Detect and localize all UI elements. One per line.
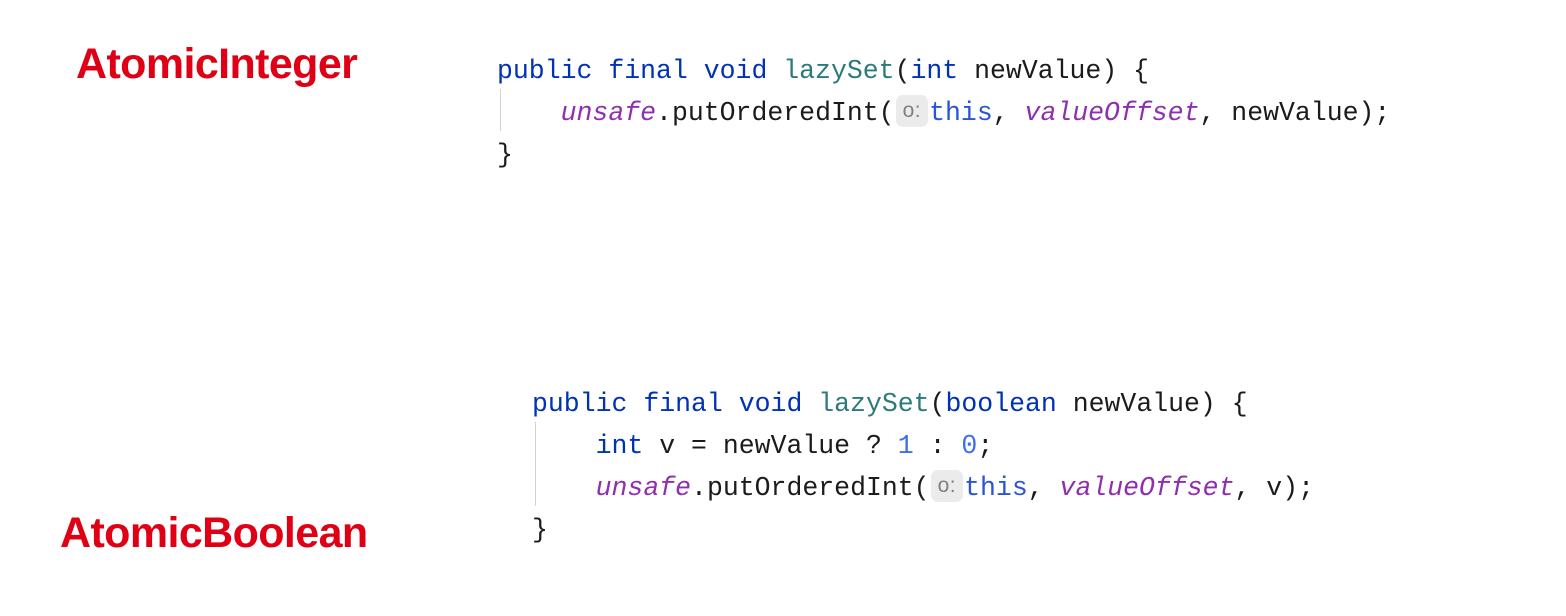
code-line: public final void lazySet(boolean newVal…	[532, 383, 1314, 425]
code-token-plain: (	[929, 389, 946, 419]
code-line: }	[497, 134, 1390, 176]
code-token-keyword: public final void	[497, 56, 784, 86]
code-token-plain: ,	[992, 98, 1025, 128]
code-token-number: 1	[897, 431, 914, 461]
code-token-plain: .putOrderedInt(	[656, 98, 895, 128]
code-token-plain: , v);	[1234, 473, 1314, 503]
annotation-label-atomic-integer: AtomicInteger	[76, 40, 358, 88]
parameter-name-hint: o:	[895, 95, 929, 127]
code-token-method: lazySet	[783, 56, 895, 86]
slide-canvas: { "annotations": { "color": "#e00015", "…	[0, 0, 1566, 616]
code-token-plain: ;	[977, 431, 994, 461]
code-line: int v = newValue ? 1 : 0;	[532, 422, 1314, 467]
parameter-name-hint: o:	[930, 470, 964, 502]
code-token-plain: :	[913, 431, 962, 461]
code-token-keyword: int	[595, 431, 644, 461]
code-token-plain: .putOrderedInt(	[691, 473, 930, 503]
code-token-plain: newValue) {	[958, 56, 1150, 86]
code-token-plain: v = newValue ?	[643, 431, 898, 461]
code-token-field: valueOffset	[1024, 98, 1200, 128]
code-token-keyword: public final void	[532, 389, 819, 419]
code-token-keyword: boolean	[945, 389, 1057, 419]
code-token-keyword: int	[910, 56, 959, 86]
code-token-number: 0	[961, 431, 978, 461]
code-token-this: this	[929, 98, 993, 128]
code-token-this: this	[964, 473, 1028, 503]
code-token-plain: ,	[1027, 473, 1060, 503]
code-line: public final void lazySet(int newValue) …	[497, 50, 1390, 92]
code-line: unsafe.putOrderedInt(o: this, valueOffset…	[497, 89, 1391, 134]
code-line: unsafe.putOrderedInt(o: this, valueOffset…	[532, 464, 1314, 509]
code-token-plain: , newValue);	[1199, 98, 1391, 128]
code-block-atomic-integer: public final void lazySet(int newValue) …	[497, 50, 1390, 176]
code-block-atomic-boolean: public final void lazySet(boolean newVal…	[532, 383, 1314, 551]
code-token-plain: (	[894, 56, 911, 86]
code-token-method: lazySet	[818, 389, 930, 419]
code-token-field: valueOffset	[1059, 473, 1235, 503]
code-token-plain: }	[497, 140, 513, 170]
code-token-plain: }	[532, 515, 548, 545]
code-token-plain: newValue) {	[1056, 389, 1248, 419]
annotation-label-atomic-boolean: AtomicBoolean	[60, 509, 368, 557]
code-line: }	[532, 509, 1314, 551]
code-token-field: unsafe	[595, 473, 692, 503]
code-token-field: unsafe	[560, 98, 657, 128]
